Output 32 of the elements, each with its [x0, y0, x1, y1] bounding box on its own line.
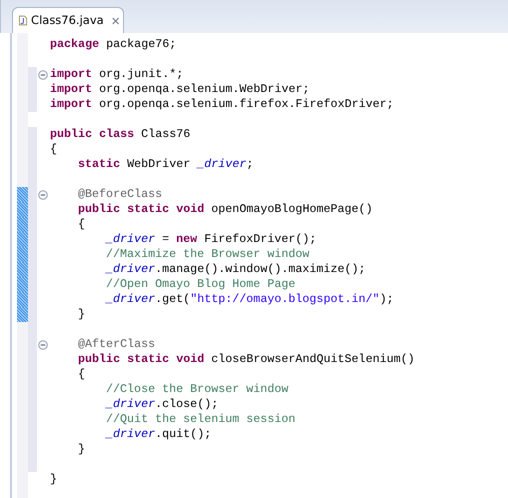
tab-title: Class76.java [31, 12, 104, 29]
code-line: @BeforeClass [77, 187, 162, 202]
code-line: public static void closeBrowserAndQuitSelenium() [77, 352, 415, 367]
collapse-icon[interactable] [38, 190, 48, 200]
collapse-icon[interactable] [38, 70, 48, 80]
code-line: package package76; [49, 37, 176, 52]
code-line: //Close the Browser window [105, 382, 288, 397]
code-line: _driver.manage().window().maximize(); [105, 262, 366, 277]
code-line: } [49, 472, 58, 487]
code-line: public static void openOmayoBlogHomePage() [77, 202, 373, 217]
code-line: } [77, 442, 86, 457]
code-line: //Open Omayo Blog Home Page [105, 277, 296, 292]
editor-tab[interactable]: Class76.java [12, 7, 124, 33]
code-line: _driver.close(); [105, 397, 218, 412]
java-file-icon [19, 14, 28, 27]
code-line: //Maximize the Browser window [105, 247, 310, 262]
code-line: _driver.get("http://omayo.blogspot.in/"); [105, 292, 394, 307]
code-line: import org.openqa.selenium.firefox.FirefoxDriver; [49, 97, 394, 112]
code-line: import org.openqa.selenium.WebDriver; [49, 82, 310, 97]
code-line: _driver.quit(); [105, 427, 212, 442]
code-line: } [77, 307, 86, 322]
collapse-icon[interactable] [38, 340, 48, 350]
code-line: { [77, 367, 86, 382]
code-line: _driver = new FirefoxDriver(); [105, 232, 316, 247]
code-line: { [49, 142, 58, 157]
code-line: @AfterClass [77, 337, 156, 352]
code-line: static WebDriver _driver; [77, 157, 254, 172]
close-icon[interactable] [112, 16, 119, 26]
code-line: { [77, 217, 86, 232]
code-line: import org.junit.*; [49, 67, 184, 82]
code-line: public class Class76 [49, 127, 190, 142]
code-line: //Quit the selenium session [105, 412, 296, 427]
